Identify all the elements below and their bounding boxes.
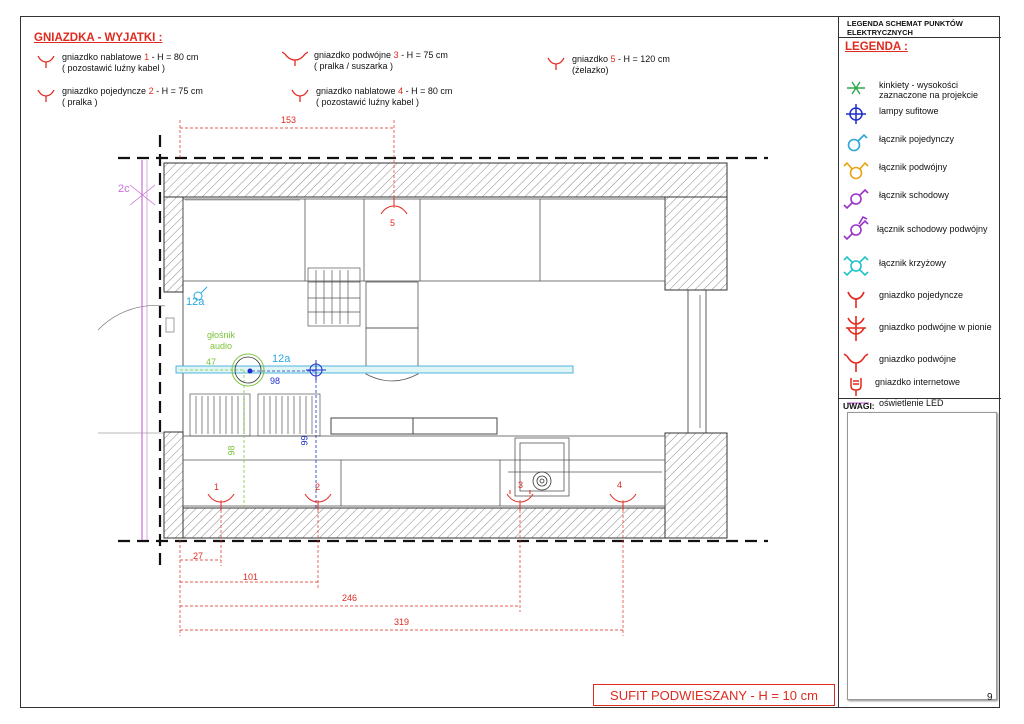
legend-item-stair-switch: łącznik schodowy	[839, 186, 1001, 210]
dim-101-label: 101	[243, 572, 259, 582]
dim-98-label: 98	[270, 376, 281, 386]
dim-top-label: 153	[281, 115, 297, 125]
network-socket-icon	[850, 378, 862, 396]
dim-319-label: 319	[394, 617, 410, 627]
wall-lamp-icon	[847, 81, 865, 95]
upper-cabinets	[182, 198, 666, 282]
exception-item-3: gniazdko podwójne 3 - H = 75 cm ( pralka…	[282, 50, 448, 72]
socket-number-1: 1	[214, 482, 220, 492]
exception-item-4: gniazdko nablatowe 4 - H = 80 cm ( pozos…	[291, 86, 452, 108]
speaker-dimensions	[180, 369, 245, 508]
dim-27-label: 27	[193, 551, 204, 561]
base-cabinets	[182, 435, 666, 507]
legend-item-network-socket: gniazdko internetowe	[839, 374, 1001, 398]
socket-number-4: 4	[617, 480, 623, 490]
stair-switch-icon	[843, 188, 869, 210]
exception-item-5: gniazdko 5 - H = 120 cm (żelazko)	[547, 54, 670, 76]
wall-label-2c: 2c	[118, 183, 130, 195]
hob	[330, 417, 498, 435]
washer-symbol	[532, 471, 552, 491]
walls	[163, 162, 728, 539]
single-socket-icon	[847, 291, 865, 308]
legend-item-single-switch: łącznik pojedynczy	[839, 130, 1001, 154]
double-socket-icon	[843, 353, 869, 372]
legend-item-double-socket: gniazdko podwójne	[839, 350, 1001, 374]
sockets-exceptions-title: GNIAZDKA - WYJATKI :	[34, 32, 163, 44]
ceiling-lamp-symbol	[306, 360, 326, 380]
socket-number-5: 5	[390, 218, 396, 228]
legend-item-cross-switch: łącznik krzyżowy	[839, 254, 1001, 278]
dim-99-label: 99	[299, 435, 310, 446]
speaker-label: głośnik audio	[206, 330, 235, 351]
socket-number-3: 3	[518, 480, 524, 490]
legend-item-double-switch: łącznik podwójny	[839, 158, 1001, 182]
cross-switch-icon	[843, 255, 869, 277]
double-switch-icon	[843, 161, 869, 180]
exception-item-2: gniazdko pojedyncze 2 - H = 75 cm ( pral…	[37, 86, 203, 108]
legend-panel: LEGENDA SCHEMAT PUNKTÓW ELEKTRYCZNYCH LE…	[838, 16, 1001, 708]
notes-box	[847, 412, 997, 700]
ceiling-note: SUFIT PODWIESZANY - H = 10 cm	[593, 684, 835, 706]
exception-item-1: gniazdko nablatowe 1 - H = 80 cm ( pozos…	[37, 52, 198, 74]
switch-label-12a: 12a	[186, 296, 205, 308]
double-socket-icon	[282, 51, 308, 66]
single-socket-icon	[547, 57, 565, 70]
vertical-double-socket-icon	[846, 316, 866, 341]
notes-divider	[839, 398, 1001, 399]
ceiling-lamp-icon	[846, 104, 866, 124]
switch-label-12a-led: 12a	[272, 353, 291, 365]
dim-speaker-label: 47	[206, 357, 217, 367]
legend-header: LEGENDA SCHEMAT PUNKTÓW ELEKTRYCZNYCH	[839, 16, 1001, 38]
page-number: 9	[987, 692, 993, 703]
legend-item-ceiling-lamp: lampy sufitowe	[839, 102, 1001, 126]
single-socket-icon	[37, 55, 55, 68]
dim-98-vertical-label: 98	[226, 445, 237, 456]
legend-item-double-stair-switch: łącznik schodowy podwójny	[839, 214, 1001, 244]
radiators	[189, 393, 321, 437]
lamp-dimensions	[252, 360, 317, 508]
notes-label: UWAGI:	[843, 401, 875, 411]
socket-number-2: 2	[315, 482, 321, 492]
legend-item-vertical-double-socket: gniazdko podwójne w pionie	[839, 314, 1001, 342]
dim-246-label: 246	[342, 593, 358, 603]
single-socket-icon	[291, 89, 309, 102]
single-socket-icon	[37, 89, 55, 102]
double-stair-switch-icon	[843, 215, 869, 241]
legend-title: LEGENDA :	[845, 41, 908, 53]
legend-item-single-socket: gniazdko pojedyncze	[839, 286, 1001, 310]
legend-item-wall-lamp: kinkiety - wysokości zaznaczone na proje…	[839, 76, 1001, 100]
door-arc	[97, 305, 166, 331]
dish-rack	[307, 267, 361, 327]
single-switch-icon	[847, 133, 868, 152]
